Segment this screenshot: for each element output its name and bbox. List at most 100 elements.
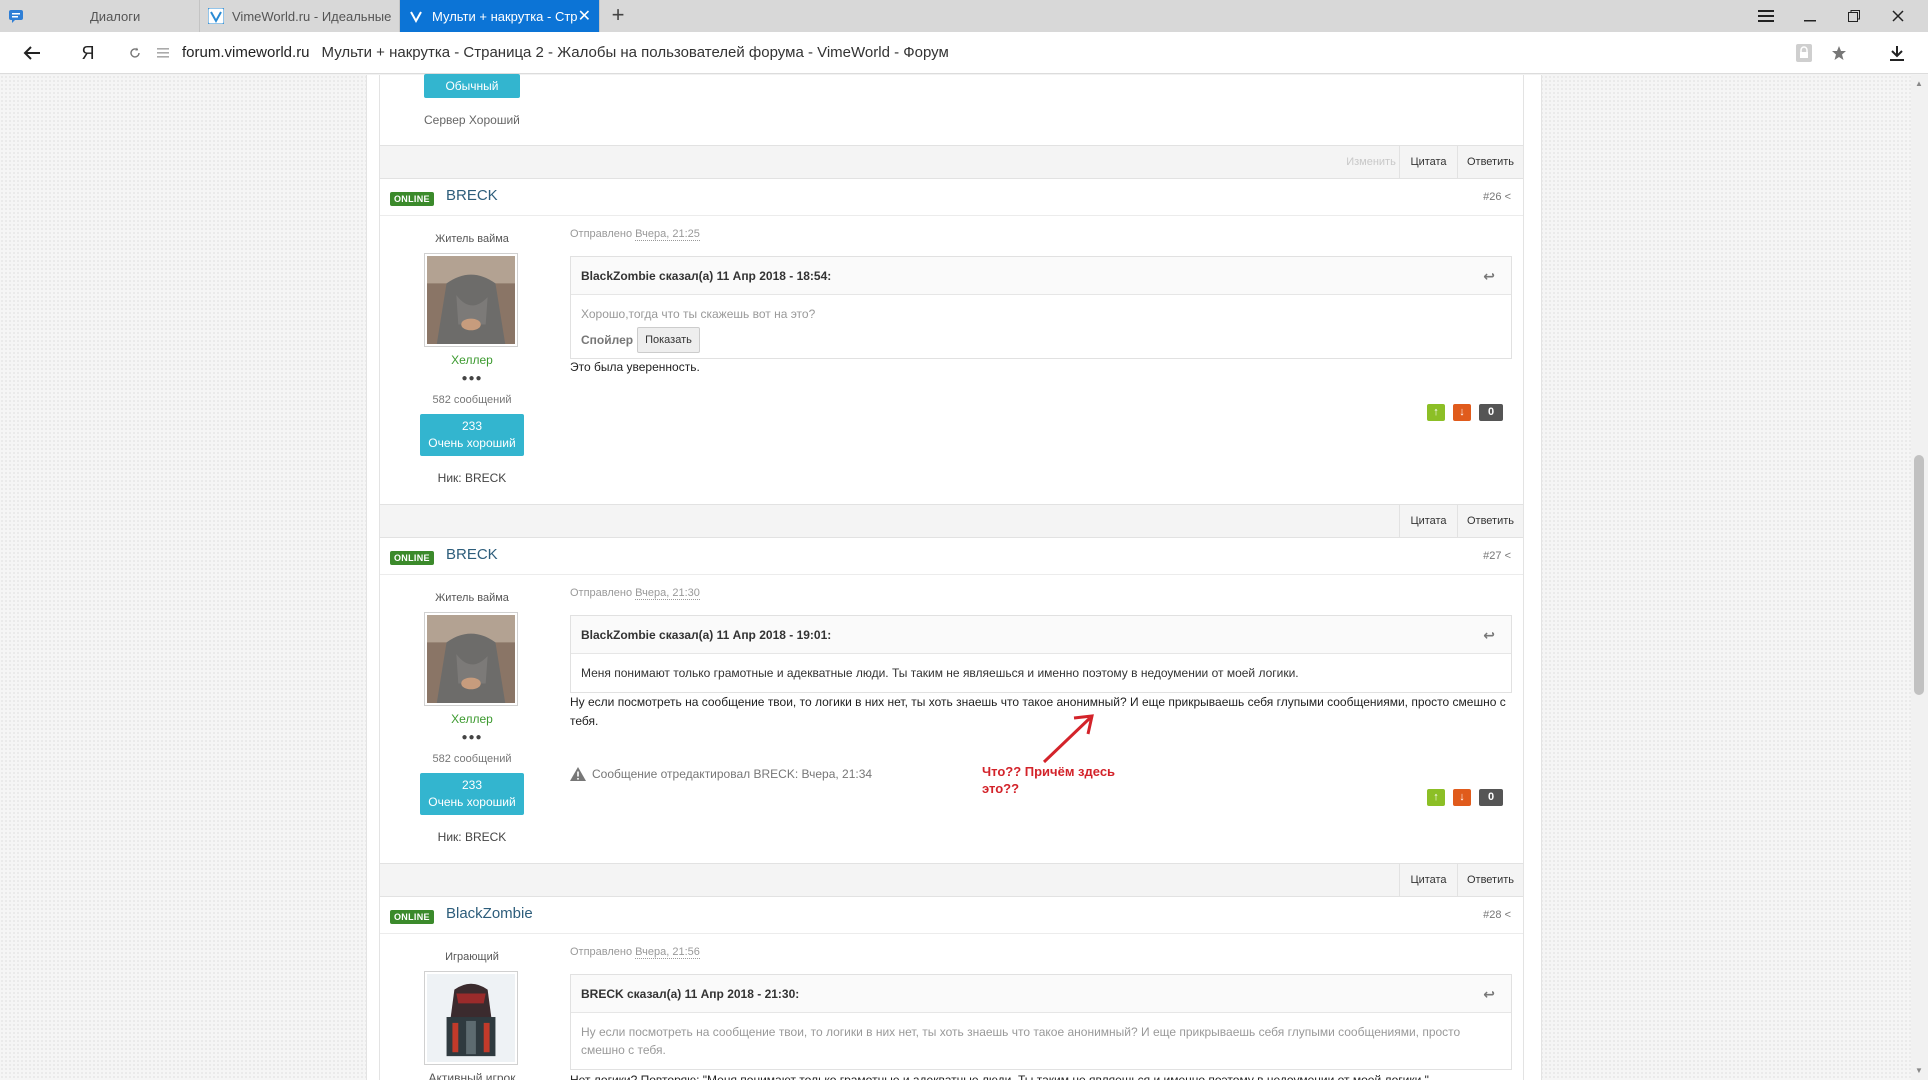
signature: Сервер Хороший (424, 113, 520, 127)
share-icon[interactable]: < (1505, 550, 1511, 562)
quote-button[interactable]: Цитата (1399, 505, 1457, 537)
yandex-logo-icon[interactable]: Я (72, 32, 104, 74)
close-icon[interactable]: ✕ (578, 6, 591, 26)
tab-multi-nakrutka[interactable]: Мульти + накрутка - Стр ✕ (400, 0, 600, 32)
post-number-link[interactable]: #28 < (1483, 909, 1511, 921)
avatar[interactable] (424, 971, 518, 1065)
post-author-link[interactable]: BlackZombie (446, 905, 533, 922)
online-badge: ONLINE (390, 910, 434, 924)
chat-bubble-icon (9, 10, 23, 23)
avatar[interactable] (424, 253, 518, 347)
post-number: #28 (1483, 909, 1502, 921)
tab-vimeworld[interactable]: VimeWorld.ru - Идеальные (200, 0, 400, 32)
view-quote-arrow-icon[interactable]: ↩ (1483, 257, 1495, 295)
avatar-image (427, 974, 515, 1062)
quote-header: BlackZombie сказал(а) 11 Апр 2018 - 18:5… (571, 257, 1511, 295)
warning-icon (570, 767, 586, 781)
tab-dialogs[interactable]: Диалоги (0, 0, 200, 32)
new-tab-icon[interactable]: + (606, 4, 630, 28)
reputation-badge: 233 Очень хороший (420, 414, 524, 456)
posted-prefix: Отправлено (570, 228, 633, 240)
vote-controls: ↑ ↓ 0 (1427, 789, 1503, 806)
scroll-down-icon[interactable]: ▼ (1914, 1066, 1924, 1076)
bookmark-star-icon[interactable] (1828, 32, 1850, 74)
posted-date-link[interactable]: Вчера, 21:56 (635, 946, 700, 959)
user-role: Хеллер (451, 353, 493, 367)
avatar-image (427, 615, 515, 703)
edit-button[interactable]: Изменить (1336, 146, 1406, 178)
menu-icon[interactable] (1744, 0, 1788, 32)
posted-date: Отправлено Вчера, 21:56 (570, 946, 700, 959)
quote-button[interactable]: Цитата (1399, 146, 1457, 178)
spoiler-show-button[interactable]: Показать (637, 327, 700, 353)
back-arrow-icon[interactable] (14, 32, 50, 74)
reply-button[interactable]: Ответить (1457, 864, 1523, 896)
posted-date: Отправлено Вчера, 21:25 (570, 228, 700, 241)
reputation-value: 233 (461, 419, 483, 433)
vimeworld-logo-icon (410, 11, 422, 24)
post-number-link[interactable]: #27 < (1483, 550, 1511, 562)
reply-button[interactable]: Ответить (1457, 146, 1523, 178)
quote-text: Хорошо,тогда что ты скажешь вот на это? (581, 307, 816, 321)
reputation-label: Очень хороший (428, 436, 516, 450)
post-header: ONLINE BRECK #27 < (380, 539, 1523, 575)
quote-body: Хорошо,тогда что ты скажешь вот на это? … (571, 295, 1511, 363)
browser-tab-bar: Диалоги VimeWorld.ru - Идеальные Мульти … (0, 0, 1928, 32)
address-bar: Я forum.vimeworld.ru Мульти + накрутка - … (0, 32, 1928, 74)
avatar[interactable] (424, 612, 518, 706)
minimize-icon[interactable] (1788, 0, 1832, 32)
rank-dots: ●●● (461, 732, 483, 743)
quote-button[interactable]: Цитата (1399, 864, 1457, 896)
page-scrollbar[interactable]: ▲ ▼ (1911, 75, 1928, 1080)
view-quote-arrow-icon[interactable]: ↩ (1483, 975, 1495, 1013)
post-number-link[interactable]: #26 < (1483, 191, 1511, 203)
edit-note-text: Сообщение отредактировал BRECK: Вчера, 2… (592, 767, 873, 781)
page-info-icon[interactable] (152, 32, 174, 74)
posted-date-link[interactable]: Вчера, 21:30 (635, 587, 700, 600)
edit-note: Сообщение отредактировал BRECK: Вчера, 2… (570, 767, 872, 781)
post-count: 582 сообщений (432, 394, 512, 406)
reload-icon[interactable] (124, 32, 146, 74)
post-number: #27 (1483, 550, 1502, 562)
quote-block: BRECK сказал(а) 11 Апр 2018 - 21:30: ↩ Н… (570, 974, 1512, 1070)
share-icon[interactable]: < (1505, 909, 1511, 921)
user-role: Хеллер (451, 712, 493, 726)
quote-text: Меня понимают только грамотные и адекват… (581, 666, 1299, 680)
posted-date: Отправлено Вчера, 21:30 (570, 587, 700, 600)
lock-icon[interactable] (1794, 32, 1814, 74)
vote-down-icon[interactable]: ↓ (1453, 404, 1471, 421)
vote-up-icon[interactable]: ↑ (1427, 789, 1445, 806)
tab-label: Мульти + накрутка - Стр (432, 8, 578, 24)
posted-prefix: Отправлено (570, 587, 633, 599)
view-quote-arrow-icon[interactable]: ↩ (1483, 616, 1495, 654)
share-icon[interactable]: < (1505, 191, 1511, 203)
vote-down-icon[interactable]: ↓ (1453, 789, 1471, 806)
download-icon[interactable] (1886, 32, 1908, 74)
post-header: ONLINE BlackZombie #28 < (380, 898, 1523, 934)
post-text: Нет логики? Повторяю: "Меня понимают тол… (570, 1073, 1429, 1080)
url-field[interactable]: forum.vimeworld.ru Мульти + накрутка - Ст… (182, 32, 949, 74)
vote-count: 0 (1479, 404, 1503, 421)
quote-block: BlackZombie сказал(а) 11 Апр 2018 - 19:0… (570, 615, 1512, 693)
quote-header: BRECK сказал(а) 11 Апр 2018 - 21:30: ↩ (571, 975, 1511, 1013)
rank-badge: Обычный (424, 74, 520, 98)
posted-date-link[interactable]: Вчера, 21:25 (635, 228, 700, 241)
window-close-icon[interactable] (1876, 0, 1920, 32)
scroll-up-icon[interactable]: ▲ (1914, 79, 1924, 89)
quote-block: BlackZombie сказал(а) 11 Апр 2018 - 18:5… (570, 256, 1512, 359)
posted-prefix: Отправлено (570, 946, 633, 958)
reputation-label: Очень хороший (428, 795, 516, 809)
post-author-link[interactable]: BRECK (446, 546, 498, 563)
post-author-link[interactable]: BRECK (446, 187, 498, 204)
vote-up-icon[interactable]: ↑ (1427, 404, 1445, 421)
vimeworld-logo-icon (208, 8, 224, 24)
post-count: 582 сообщений (432, 753, 512, 765)
vote-count: 0 (1479, 789, 1503, 806)
reply-button[interactable]: Ответить (1457, 505, 1523, 537)
scrollbar-thumb[interactable] (1914, 455, 1924, 695)
user-nick: Ник: BRECK (437, 471, 507, 485)
reputation-value: 233 (461, 778, 483, 792)
annotation-text: Что?? Причём здесь это?? (982, 764, 1116, 796)
restore-icon[interactable] (1832, 0, 1876, 32)
post-actions-bar: Цитата Ответить (380, 504, 1523, 538)
